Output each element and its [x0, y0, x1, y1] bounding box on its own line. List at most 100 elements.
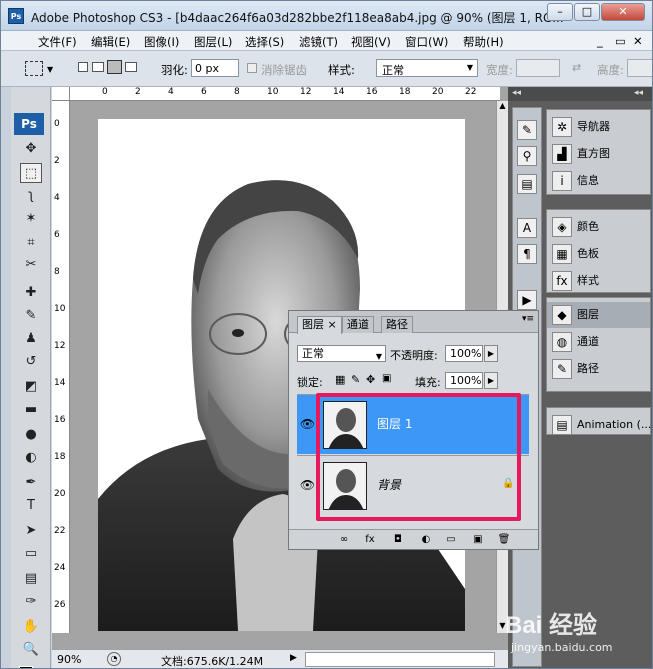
brush-presets-icon[interactable]: ✎	[517, 120, 537, 140]
panel-menu-icon[interactable]: ▾≡	[522, 314, 534, 324]
layer-comps-icon[interactable]: ▤	[517, 174, 537, 194]
fill-slider-toggle[interactable]: ▶	[484, 372, 498, 389]
status-arrow-icon[interactable]: ▶	[290, 653, 297, 663]
marquee-preset-icon[interactable]	[25, 61, 43, 76]
link-icon[interactable]: ∞	[337, 533, 351, 546]
maximize-button[interactable]: □	[574, 3, 600, 21]
antialias-checkbox[interactable]	[247, 63, 257, 73]
dock-item-histogram[interactable]: ▟ 直方图	[547, 141, 650, 167]
height-input[interactable]	[627, 59, 652, 77]
horizontal-scrollbar[interactable]	[305, 652, 495, 667]
dodge-tool-icon[interactable]: ◐	[20, 448, 42, 468]
eraser-tool-icon[interactable]: ◩	[20, 377, 42, 397]
lock-position-icon[interactable]: ✥	[366, 373, 375, 386]
dock-item-paths[interactable]: ✎ 路径	[547, 356, 650, 382]
crop-tool-icon[interactable]: ⌗	[20, 233, 42, 253]
intersect-selection-icon[interactable]	[125, 62, 137, 72]
menu-select[interactable]: 选择(S)	[245, 34, 284, 50]
menu-layer[interactable]: 图层(L)	[194, 34, 232, 50]
tool-presets-icon[interactable]: ⚲	[517, 146, 537, 166]
brush-tool-icon[interactable]: ✎	[20, 306, 42, 326]
dock-item-swatches[interactable]: ▦ 色板	[547, 241, 650, 267]
doc-restore-button[interactable]: ▭	[615, 34, 626, 48]
scroll-up-icon[interactable]: ▲	[498, 101, 507, 113]
opacity-slider-toggle[interactable]: ▶	[484, 345, 498, 362]
blend-mode-select[interactable]: 正常 ▼	[297, 345, 386, 362]
adjustment-icon[interactable]: ◐	[419, 533, 433, 546]
actions-icon[interactable]: ▶	[517, 290, 537, 310]
lock-transparency-icon[interactable]: ▦	[335, 373, 345, 386]
lock-all-icon[interactable]: ▣	[382, 373, 391, 384]
dock-item-color[interactable]: ◈ 颜色	[547, 214, 650, 240]
trash-icon[interactable]: 🗑	[497, 533, 511, 546]
menu-window[interactable]: 窗口(W)	[405, 34, 448, 50]
swap-icon[interactable]: ⇄	[572, 61, 581, 74]
lock-pixels-icon[interactable]: ✎	[351, 373, 360, 386]
style-select[interactable]: 正常 ▼	[376, 59, 478, 77]
new-selection-icon[interactable]	[78, 62, 88, 72]
clone-stamp-tool-icon[interactable]: ♟	[20, 329, 42, 349]
zoom-level[interactable]: 90%	[57, 653, 81, 666]
menu-help[interactable]: 帮助(H)	[463, 34, 504, 50]
dock-expand-icon[interactable]: ◂◂	[634, 88, 643, 98]
dock-item-layers[interactable]: ◆ 图层	[547, 302, 650, 328]
tab-layers[interactable]: 图层 ×	[297, 316, 342, 334]
lasso-tool-icon[interactable]: ʅ	[20, 186, 42, 206]
close-button[interactable]: ✕	[601, 3, 645, 21]
paragraph-icon[interactable]: ¶	[517, 244, 537, 264]
width-input[interactable]	[516, 59, 560, 77]
add-selection-icon[interactable]	[92, 62, 104, 72]
dock-collapse-icon[interactable]: ◂◂	[512, 88, 521, 98]
pen-tool-icon[interactable]: ✒	[20, 473, 42, 493]
ruler-origin[interactable]	[52, 87, 70, 101]
navigator-icon: ✲	[552, 117, 572, 137]
dock-item-label: 信息	[577, 174, 599, 187]
left-edge-strip	[1, 87, 11, 668]
layers-tabbar: 图层 × 通道 路径 ▾≡	[289, 311, 538, 334]
gradient-tool-icon[interactable]: ▬	[20, 400, 42, 420]
dock-item-animation[interactable]: ▤ Animation (...	[547, 412, 652, 438]
fx-icon[interactable]: fx	[363, 533, 377, 546]
preset-dropdown-icon[interactable]: ▼	[47, 65, 53, 74]
mask-icon[interactable]: ◘	[391, 533, 405, 546]
zoom-tool-icon[interactable]: 🔍	[20, 640, 42, 660]
type-tool-icon[interactable]: T	[20, 496, 42, 516]
subtract-selection-icon[interactable]	[107, 60, 122, 74]
blur-tool-icon[interactable]: ●	[20, 425, 42, 445]
menu-edit[interactable]: 编辑(E)	[91, 34, 130, 50]
menu-filter[interactable]: 滤镜(T)	[299, 34, 338, 50]
path-select-tool-icon[interactable]: ➤	[20, 521, 42, 541]
history-brush-tool-icon[interactable]: ↺	[20, 352, 42, 372]
dock-item-info[interactable]: i 信息	[547, 168, 650, 194]
menu-view[interactable]: 视图(V)	[351, 34, 391, 50]
doc-close-button[interactable]: ✕	[633, 34, 643, 48]
watermark: Bai 经验 jingyan.baidu.com	[505, 605, 645, 665]
menu-image[interactable]: 图像(I)	[144, 34, 179, 50]
fill-input[interactable]: 100%	[445, 372, 483, 389]
healing-tool-icon[interactable]: ✚	[20, 283, 42, 303]
dock-item-label: Animation (...	[577, 418, 652, 431]
tab-channels[interactable]: 通道	[342, 316, 374, 333]
status-options-icon[interactable]: ◔	[107, 652, 121, 666]
shape-tool-icon[interactable]: ▭	[20, 544, 42, 564]
feather-input[interactable]: 0 px	[191, 59, 239, 77]
slice-tool-icon[interactable]: ✂	[20, 255, 42, 275]
dock-item-navigator[interactable]: ✲ 导航器	[547, 114, 650, 140]
dock-item-styles[interactable]: fx 样式	[547, 268, 650, 294]
minimize-button[interactable]: –	[547, 3, 573, 21]
hand-tool-icon[interactable]: ✋	[20, 617, 42, 637]
new-layer-icon[interactable]: ▣	[471, 533, 485, 546]
folder-icon[interactable]: ▭	[444, 533, 458, 546]
tab-paths[interactable]: 路径	[381, 316, 413, 333]
doc-minimize-button[interactable]: _	[597, 34, 603, 48]
character-icon[interactable]: A	[517, 218, 537, 238]
opacity-input[interactable]: 100%	[445, 345, 483, 362]
dock-item-channels[interactable]: ◍ 通道	[547, 329, 650, 355]
magic-wand-tool-icon[interactable]: ✶	[20, 209, 42, 229]
eyedropper-tool-icon[interactable]: ✑	[20, 592, 42, 612]
notes-tool-icon[interactable]: ▤	[20, 569, 42, 589]
move-tool-icon[interactable]: ✥	[20, 139, 42, 159]
marquee-tool-icon[interactable]: ⬚	[20, 163, 42, 183]
tab-close-icon[interactable]: ×	[328, 318, 337, 331]
menu-file[interactable]: 文件(F)	[38, 34, 77, 50]
